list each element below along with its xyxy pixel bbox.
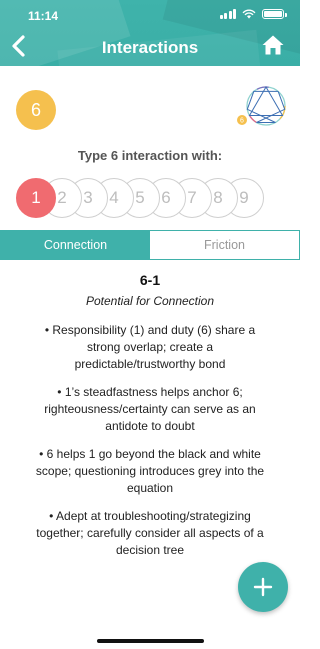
content-caption: Potential for Connection — [85, 294, 215, 308]
home-button[interactable] — [261, 34, 285, 56]
bullet-item: • Adept at troubleshooting/strategizing … — [36, 509, 264, 557]
type-option-label: 1 — [31, 188, 41, 207]
content-heading: 6-1 — [139, 272, 161, 288]
app-header: 11:14 Interactions — [0, 0, 300, 66]
battery-icon — [262, 9, 287, 19]
type-option-label: 2 — [57, 188, 67, 207]
type-option-label: 9 — [239, 188, 249, 207]
type-option-label: 8 — [213, 188, 223, 207]
enneagram-badge: 6 — [240, 118, 244, 125]
bullet-item: • Responsibility (1) and duty (6) share … — [44, 323, 256, 371]
type-option-label: 3 — [83, 188, 93, 207]
type-picker: 123456789 — [16, 178, 276, 220]
home-icon — [262, 35, 284, 55]
type-option-label: 4 — [109, 188, 119, 207]
type-option-label: 7 — [187, 188, 197, 207]
signal-icon — [219, 9, 236, 19]
tab-connection[interactable]: Connection — [1, 231, 150, 259]
status-time: 11:14 — [28, 9, 59, 23]
status-icons — [219, 9, 287, 19]
interaction-subtitle: Type 6 interaction with: — [77, 148, 223, 163]
plus-icon — [253, 577, 273, 597]
type-option-1[interactable]: 1 — [16, 178, 56, 218]
add-button[interactable] — [238, 562, 288, 612]
interaction-content: 6-1 Potential for Connection • Responsib… — [0, 272, 300, 559]
enneagram-icon: 6 — [237, 86, 286, 126]
type-badge: 6 — [16, 90, 56, 130]
tab-bar: Connection Friction — [0, 230, 300, 260]
bullet-item: • 6 helps 1 go beyond the black and whit… — [35, 447, 265, 495]
type-option-label: 6 — [161, 188, 171, 207]
home-indicator — [97, 639, 204, 643]
wifi-icon — [242, 9, 256, 19]
type-option-label: 5 — [135, 188, 145, 207]
page-title: Interactions — [101, 38, 199, 57]
tab-friction[interactable]: Friction — [150, 231, 299, 259]
bullet-item: • 1’s steadfastness helps anchor 6; righ… — [44, 385, 256, 433]
